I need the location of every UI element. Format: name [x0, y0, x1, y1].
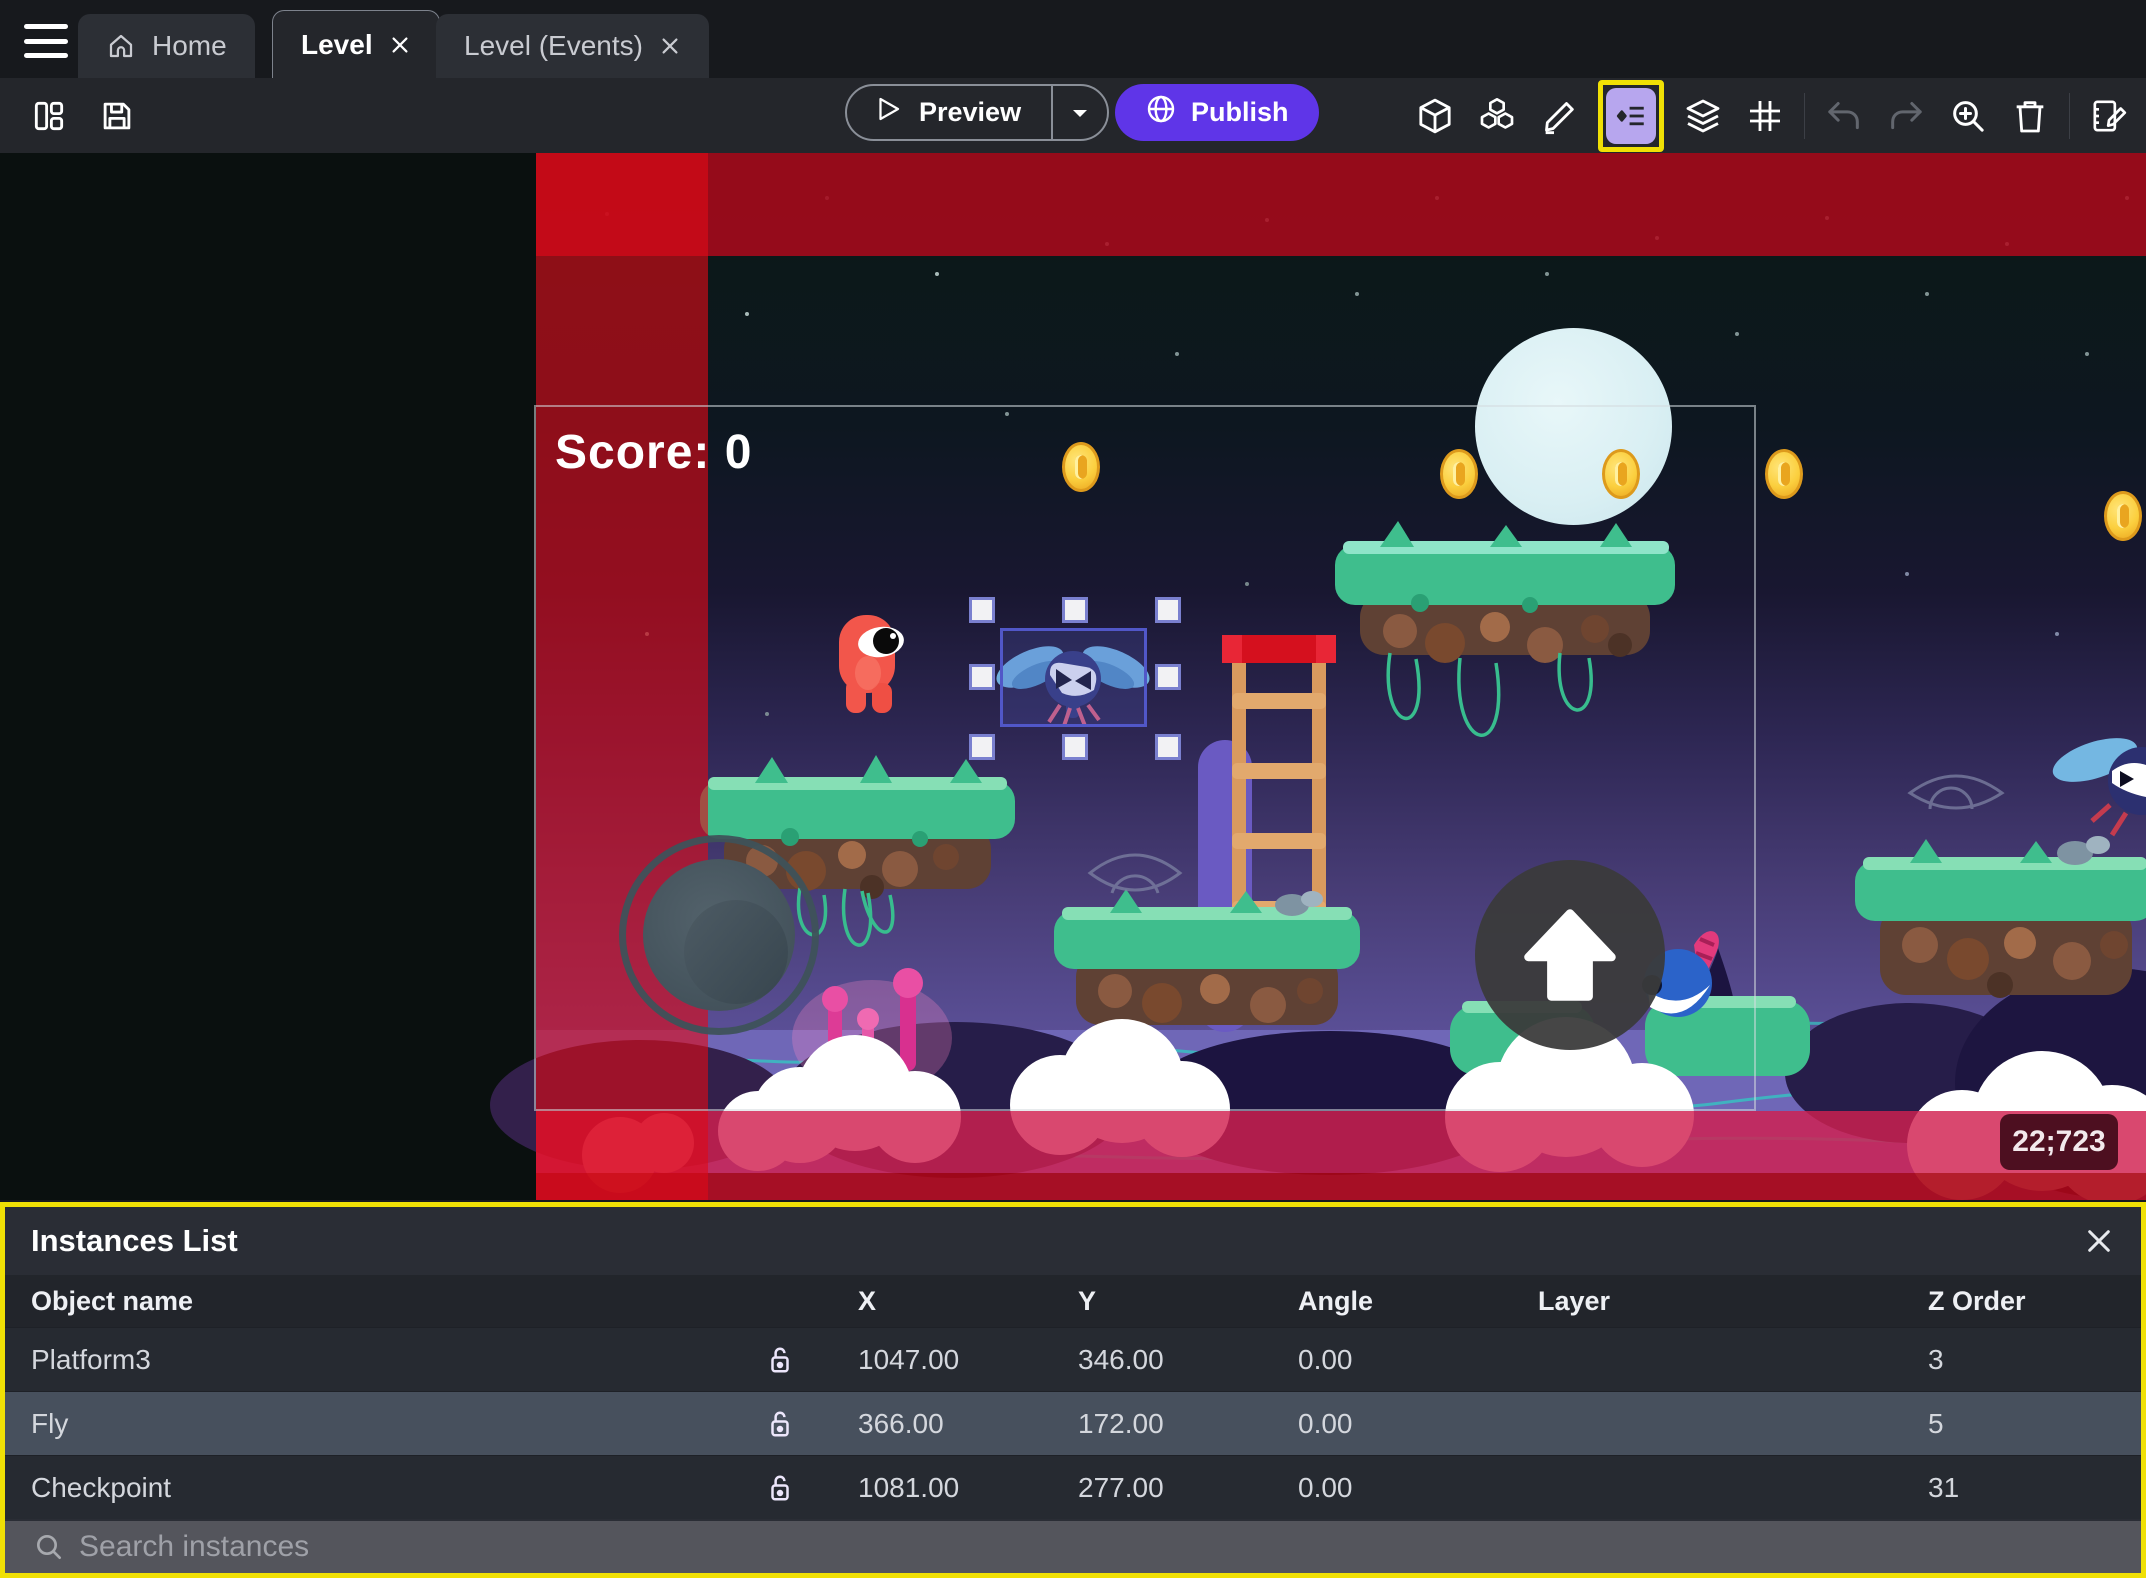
main-menu-icon[interactable] [24, 24, 68, 58]
unlock-icon[interactable] [740, 1471, 820, 1505]
column-header: Z Order [1928, 1285, 2026, 1316]
instance-x: 1081.00 [858, 1471, 960, 1503]
coin-sprite[interactable] [1765, 449, 1803, 499]
redo-icon[interactable] [1883, 93, 1929, 139]
object-groups-icon[interactable] [1474, 93, 1520, 139]
zoom-in-icon[interactable] [1945, 93, 1991, 139]
annotation-highlight-instances-icon [1598, 79, 1664, 152]
globe-icon [1145, 93, 1177, 132]
instance-z-order: 31 [1928, 1471, 1960, 1503]
edit-pencil-icon[interactable] [1536, 93, 1582, 139]
resize-handle[interactable] [1155, 664, 1181, 690]
level-border-top [536, 153, 2146, 256]
instance-angle: 0.00 [1298, 1407, 1353, 1439]
instance-angle: 0.00 [1298, 1471, 1353, 1503]
publish-label: Publish [1191, 97, 1289, 127]
toolbar-divider [2069, 92, 2070, 139]
level-border-bottom-dark [536, 1173, 2146, 1200]
objects-cube-icon[interactable] [1412, 93, 1458, 139]
resize-handle[interactable] [1155, 597, 1181, 623]
search-instances-input[interactable] [79, 1530, 2131, 1564]
instance-y: 277.00 [1078, 1471, 1164, 1503]
score-text-instance[interactable]: Score: 0 [555, 425, 752, 480]
column-header: X [858, 1285, 877, 1316]
search-icon [37, 1535, 61, 1559]
coin-sprite[interactable] [1062, 442, 1100, 492]
toolbar-divider [1804, 92, 1805, 139]
resize-handle[interactable] [969, 734, 995, 760]
column-header: Layer [1538, 1285, 1611, 1316]
instances-list-icon[interactable] [1606, 87, 1656, 144]
arrow-up-icon [1524, 909, 1616, 1001]
instance-x: 1047.00 [858, 1343, 960, 1375]
object-name: Platform3 [31, 1343, 151, 1375]
tab-label: Level (Events) [464, 30, 643, 61]
edit-scene-properties-icon[interactable] [2086, 93, 2132, 139]
resize-handle[interactable] [969, 597, 995, 623]
resize-handle[interactable] [969, 664, 995, 690]
virtual-joystick-sprite[interactable] [619, 835, 819, 1035]
save-icon[interactable] [94, 93, 140, 139]
coin-sprite[interactable] [1602, 449, 1640, 499]
toolbar: Preview Publish [0, 78, 2146, 153]
coin-sprite[interactable] [2104, 491, 2142, 541]
preview-label: Preview [919, 97, 1022, 127]
tab-home[interactable]: Home [78, 14, 255, 78]
unlock-icon[interactable] [740, 1343, 820, 1377]
chevron-down-icon [1073, 109, 1088, 117]
resize-handle[interactable] [1062, 734, 1088, 760]
publish-button[interactable]: Publish [1115, 84, 1319, 141]
column-header: Y [1078, 1285, 1097, 1316]
app-window: Home Level Level (Events) Preview Publis… [0, 0, 2146, 1578]
tab-level[interactable]: Level [272, 10, 440, 78]
instance-row-checkpoint[interactable]: Checkpoint 1081.00 277.00 0.00 31 [5, 1455, 2141, 1519]
instances-table-header: Object name X Y Angle Layer Z Order [5, 1275, 2141, 1327]
close-panel-icon[interactable] [2083, 1225, 2115, 1257]
tab-level-events[interactable]: Level (Events) [436, 14, 709, 78]
resize-handle[interactable] [1062, 597, 1088, 623]
instance-y: 346.00 [1078, 1343, 1164, 1375]
tab-label: Level [301, 28, 373, 60]
panel-title: Instances List [31, 1223, 238, 1258]
resize-handle[interactable] [1155, 734, 1181, 760]
search-bar [5, 1521, 2141, 1573]
close-tab-icon[interactable] [659, 35, 681, 57]
instance-y: 172.00 [1078, 1407, 1164, 1439]
panels-layout-icon[interactable] [26, 93, 72, 139]
tab-bar: Home Level Level (Events) [0, 0, 2146, 78]
object-name: Fly [31, 1407, 69, 1439]
undo-icon[interactable] [1821, 93, 1867, 139]
instances-list-panel: Instances List Object name X Y Angle Lay… [0, 1202, 2146, 1578]
grid-icon[interactable] [1742, 93, 1788, 139]
layers-icon[interactable] [1680, 93, 1726, 139]
scene-canvas[interactable]: Score: 0 22;723 [0, 153, 2146, 1200]
instance-z-order: 3 [1928, 1343, 1944, 1375]
preview-button[interactable]: Preview [845, 84, 1110, 141]
object-name: Checkpoint [31, 1471, 172, 1503]
instance-row-fly[interactable]: Fly 366.00 172.00 0.00 5 [5, 1391, 2141, 1455]
instance-z-order: 5 [1928, 1407, 1944, 1439]
play-icon [873, 94, 903, 131]
platform-right [1855, 836, 2146, 998]
unlock-icon[interactable] [740, 1407, 820, 1441]
column-header: Angle [1298, 1285, 1374, 1316]
instance-x: 366.00 [858, 1407, 944, 1439]
preview-options-dropdown[interactable] [1051, 86, 1107, 139]
instance-angle: 0.00 [1298, 1343, 1353, 1375]
column-header: Object name [31, 1285, 194, 1316]
fly-enemy-right-sprite [2052, 738, 2146, 837]
close-tab-icon[interactable] [389, 34, 411, 56]
level-border-bottom [536, 1111, 2146, 1173]
delete-trash-icon[interactable] [2007, 93, 2053, 139]
home-icon [106, 31, 136, 61]
tab-label: Home [152, 30, 227, 61]
cursor-coordinates-badge: 22;723 [2000, 1114, 2118, 1170]
instance-row-platform3[interactable]: Platform3 1047.00 346.00 0.00 3 [5, 1327, 2141, 1391]
coin-sprite[interactable] [1440, 449, 1478, 499]
jump-button-sprite[interactable] [1475, 860, 1665, 1050]
